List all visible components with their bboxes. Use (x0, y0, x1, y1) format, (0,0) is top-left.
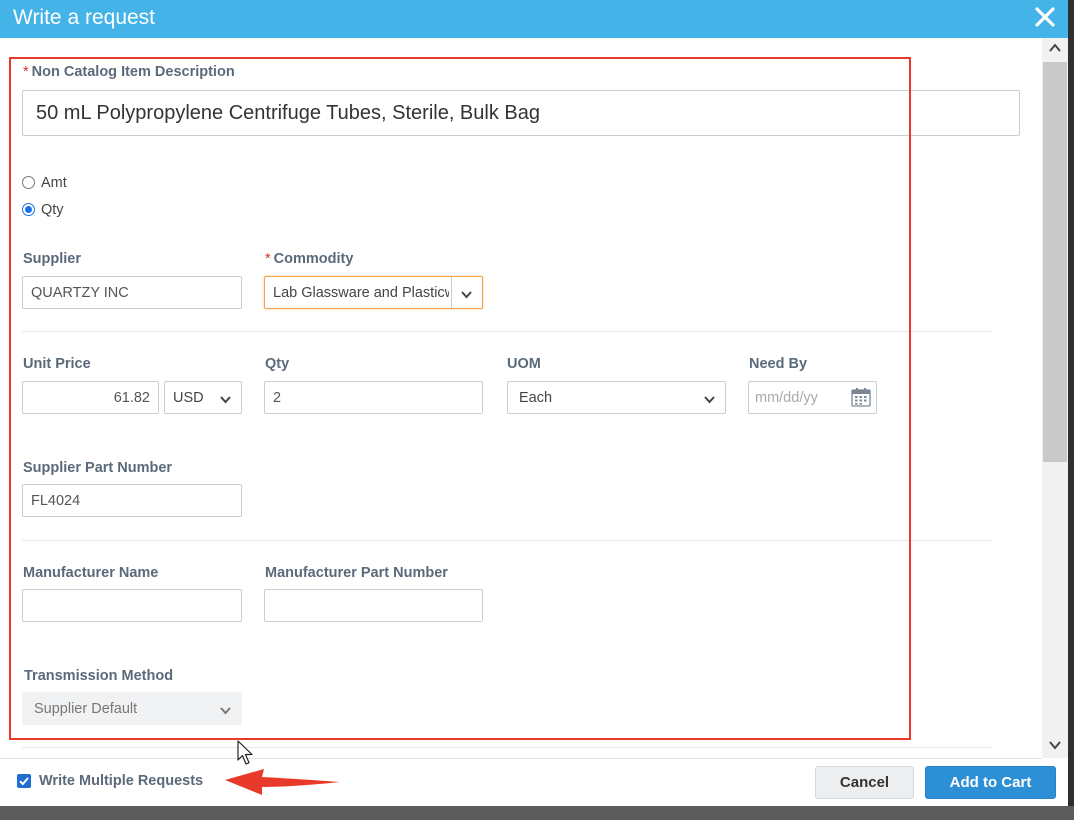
scroll-up-icon[interactable] (1048, 41, 1062, 55)
uom-label: UOM (507, 356, 541, 372)
dialog-header: Write a request (0, 0, 1068, 38)
description-label: * Non Catalog Item Description (23, 64, 235, 80)
add-to-cart-button[interactable]: Add to Cart (925, 766, 1056, 799)
write-multiple-label[interactable]: Write Multiple Requests (39, 773, 203, 789)
supplier-part-number-label: Supplier Part Number (23, 460, 173, 476)
unit-price-input[interactable] (22, 381, 159, 414)
unit-price-label: Unit Price (23, 356, 91, 372)
manufacturer-name-label: Manufacturer Name (23, 565, 159, 581)
manufacturer-part-number-input[interactable] (264, 589, 483, 622)
supplier-label: Supplier (23, 251, 82, 267)
commodity-select[interactable]: Lab Glassware and Plasticw (264, 276, 483, 309)
cancel-button[interactable]: Cancel (815, 766, 914, 799)
transmission-method-select[interactable]: Supplier Default (22, 692, 242, 725)
manufacturer-name-input[interactable] (22, 589, 242, 622)
description-input[interactable] (22, 90, 1020, 136)
calendar-icon[interactable] (850, 386, 872, 408)
radio-qty[interactable]: Qty (22, 202, 64, 218)
background-strip (0, 806, 1074, 820)
separator (22, 540, 992, 541)
background-strip (1068, 0, 1074, 820)
chevron-down-icon (219, 393, 232, 404)
write-request-dialog: Write a request * Non Catalog Item Descri… (0, 0, 1068, 806)
currency-select[interactable]: USD (164, 381, 242, 414)
qty-label: Qty (265, 356, 290, 372)
transmission-method-value: Supplier Default (34, 701, 138, 717)
manufacturer-part-number-label: Manufacturer Part Number (265, 565, 448, 581)
radio-amt[interactable]: Amt (22, 175, 67, 191)
uom-value: Each (519, 390, 553, 406)
supplier-part-number-input[interactable] (22, 484, 242, 517)
dialog-footer: Write Multiple Requests Cancel Add to Ca… (0, 758, 1056, 806)
separator (22, 747, 992, 748)
close-icon[interactable] (1030, 2, 1060, 32)
commodity-label: * Commodity (265, 251, 354, 267)
radio-button-selected[interactable] (22, 203, 35, 216)
qty-input[interactable] (264, 381, 483, 414)
supplier-input[interactable] (22, 276, 242, 309)
chevron-down-icon (703, 393, 716, 404)
chevron-down-icon (219, 704, 232, 715)
transmission-method-label: Transmission Method (24, 668, 174, 684)
need-by-label: Need By (749, 356, 808, 372)
scrollbar-thumb[interactable] (1043, 62, 1067, 462)
chevron-down-icon (460, 288, 473, 299)
uom-select[interactable]: Each (507, 381, 726, 414)
scroll-down-icon[interactable] (1048, 738, 1062, 752)
commodity-value: Lab Glassware and Plasticw (273, 285, 449, 301)
dialog-title: Write a request (13, 6, 156, 29)
radio-button[interactable] (22, 176, 35, 189)
write-multiple-checkbox[interactable] (17, 774, 31, 788)
separator (22, 331, 992, 332)
content-scrollbar[interactable] (1042, 38, 1068, 758)
currency-value: USD (173, 390, 204, 406)
checkmark-icon (19, 777, 29, 786)
